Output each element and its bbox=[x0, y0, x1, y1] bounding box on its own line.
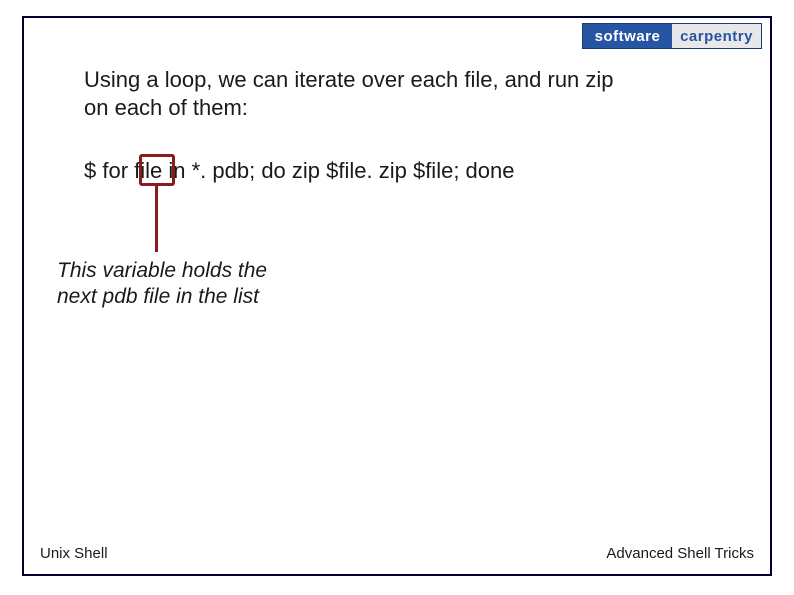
footer-left: Unix Shell bbox=[40, 545, 108, 562]
callout-note: This variable holds the next pdb file in… bbox=[57, 258, 287, 311]
logo-left-word: software bbox=[583, 24, 672, 48]
intro-text: Using a loop, we can iterate over each f… bbox=[84, 66, 644, 121]
software-carpentry-logo: software carpentry bbox=[582, 23, 762, 49]
highlight-box bbox=[139, 154, 175, 186]
logo-right-word: carpentry bbox=[672, 24, 761, 48]
callout-connector bbox=[155, 186, 158, 252]
slide-frame: software carpentry Using a loop, we can … bbox=[22, 16, 772, 576]
footer-right: Advanced Shell Tricks bbox=[606, 545, 754, 562]
